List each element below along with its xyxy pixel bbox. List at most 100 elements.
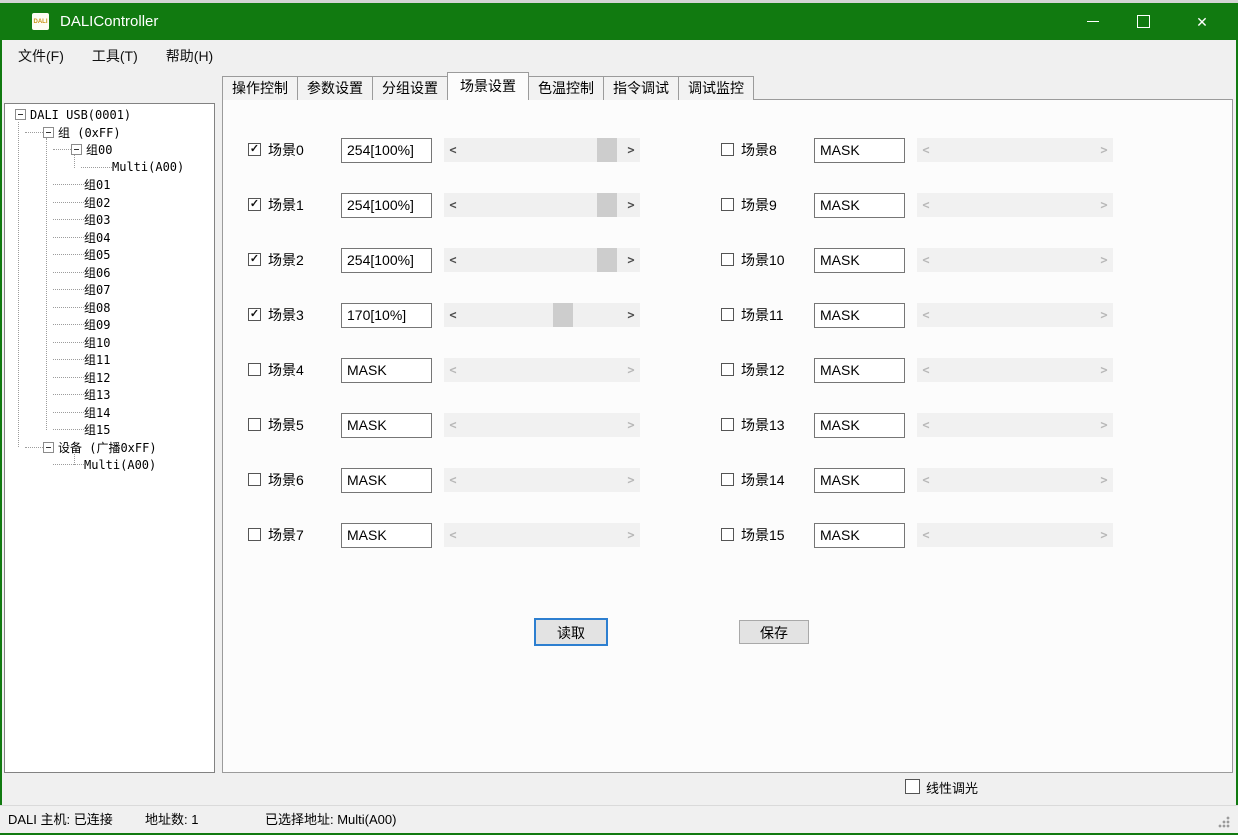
tree-item[interactable]: 组06 [5, 264, 214, 282]
scene-level-scrollbar[interactable]: <> [444, 138, 640, 162]
scene-checkbox[interactable] [721, 253, 734, 266]
save-button[interactable]: 保存 [739, 620, 809, 644]
scrollbar-thumb[interactable] [597, 138, 617, 162]
scene-level-scrollbar: <> [917, 138, 1113, 162]
scene-value-input[interactable]: MASK [814, 138, 905, 163]
tree-collapse-icon[interactable] [43, 127, 54, 138]
tree-item[interactable]: 组03 [5, 211, 214, 229]
scroll-right-arrow-icon[interactable]: > [623, 303, 639, 327]
scene-value-input[interactable]: 254[100%] [341, 248, 432, 273]
scroll-right-arrow-icon[interactable]: > [623, 248, 639, 272]
tree-item[interactable]: 组13 [5, 386, 214, 404]
scene-checkbox[interactable] [721, 143, 734, 156]
scroll-right-arrow-icon[interactable]: > [623, 138, 639, 162]
scene-checkbox[interactable] [721, 528, 734, 541]
scene-checkbox[interactable]: ✓ [248, 143, 261, 156]
scroll-left-arrow-icon[interactable]: < [445, 138, 461, 162]
close-button[interactable]: ✕ [1168, 3, 1236, 40]
scene-value-input[interactable]: MASK [814, 468, 905, 493]
minimize-button[interactable] [1068, 3, 1118, 40]
scroll-left-arrow-icon[interactable]: < [445, 193, 461, 217]
scene-value-input[interactable]: 170[10%] [341, 303, 432, 328]
scroll-left-arrow-icon[interactable]: < [445, 303, 461, 327]
tree-item-label: 组06 [84, 264, 110, 281]
scene-checkbox[interactable] [721, 308, 734, 321]
scene-level-scrollbar: <> [917, 193, 1113, 217]
scroll-left-arrow-icon: < [918, 248, 934, 272]
tree-item-label: 设备 (广播0xFF) [58, 439, 157, 456]
tree-collapse-icon[interactable] [43, 442, 54, 453]
scene-value-input[interactable]: MASK [814, 248, 905, 273]
tree-item[interactable]: 组05 [5, 246, 214, 264]
tree-item[interactable]: 组08 [5, 299, 214, 317]
tab-6[interactable]: 调试监控 [678, 76, 754, 100]
tab-5[interactable]: 指令调试 [603, 76, 679, 100]
scene-checkbox[interactable]: ✓ [248, 253, 261, 266]
tree-item[interactable]: 组11 [5, 351, 214, 369]
menu-item-0[interactable]: 文件(F) [18, 46, 64, 66]
scene-checkbox[interactable] [248, 363, 261, 376]
tree-collapse-icon[interactable] [71, 144, 82, 155]
scene-level-scrollbar: <> [444, 468, 640, 492]
tab-2[interactable]: 分组设置 [372, 76, 448, 100]
tree-connector [53, 254, 84, 255]
tree-item[interactable]: 组15 [5, 421, 214, 439]
tree-item[interactable]: 组07 [5, 281, 214, 299]
scrollbar-thumb[interactable] [553, 303, 573, 327]
scroll-left-arrow-icon[interactable]: < [445, 248, 461, 272]
scroll-left-arrow-icon: < [918, 413, 934, 437]
read-button[interactable]: 读取 [534, 618, 608, 646]
menu-item-1[interactable]: 工具(T) [92, 46, 138, 66]
scene-value-input[interactable]: MASK [341, 413, 432, 438]
tree-item[interactable]: 组00 [5, 141, 214, 159]
tree-item[interactable]: 组14 [5, 404, 214, 422]
scene-checkbox[interactable] [721, 363, 734, 376]
scene-checkbox[interactable] [721, 198, 734, 211]
scene-checkbox[interactable] [248, 528, 261, 541]
scene-value-input[interactable]: MASK [341, 468, 432, 493]
scene-checkbox[interactable]: ✓ [248, 198, 261, 211]
scene-value-input[interactable]: 254[100%] [341, 138, 432, 163]
scene-checkbox[interactable] [721, 473, 734, 486]
tab-4[interactable]: 色温控制 [528, 76, 604, 100]
tree-item[interactable]: 组04 [5, 229, 214, 247]
scene-checkbox[interactable]: ✓ [248, 308, 261, 321]
scene-value-input[interactable]: MASK [814, 523, 905, 548]
tree-collapse-icon[interactable] [15, 109, 26, 120]
check-icon: ✓ [250, 309, 259, 320]
scene-value-input[interactable]: MASK [341, 523, 432, 548]
tree-item[interactable]: DALI USB(0001) [5, 106, 214, 124]
scene-value-input[interactable]: MASK [814, 413, 905, 438]
menu-item-2[interactable]: 帮助(H) [166, 46, 213, 66]
tree-item[interactable]: Multi(A00) [5, 456, 214, 474]
scene-value-input[interactable]: MASK [814, 303, 905, 328]
scene-level-scrollbar[interactable]: <> [444, 248, 640, 272]
scene-value-input[interactable]: 254[100%] [341, 193, 432, 218]
tab-0[interactable]: 操作控制 [222, 76, 298, 100]
scene-checkbox[interactable] [721, 418, 734, 431]
scene-level-scrollbar[interactable]: <> [444, 303, 640, 327]
scene-checkbox[interactable] [248, 418, 261, 431]
scene-level-scrollbar[interactable]: <> [444, 193, 640, 217]
scene-checkbox[interactable] [248, 473, 261, 486]
scrollbar-thumb[interactable] [597, 248, 617, 272]
tree-item[interactable]: 组 (0xFF) [5, 124, 214, 142]
maximize-button[interactable] [1118, 3, 1168, 40]
tree-item[interactable]: 组02 [5, 194, 214, 212]
scroll-right-arrow-icon[interactable]: > [623, 193, 639, 217]
tab-1[interactable]: 参数设置 [297, 76, 373, 100]
linear-dimming-checkbox[interactable] [905, 779, 920, 794]
tree-item[interactable]: 组12 [5, 369, 214, 387]
tab-3[interactable]: 场景设置 [447, 72, 529, 100]
scrollbar-thumb[interactable] [597, 193, 617, 217]
tree-item[interactable]: Multi(A00) [5, 159, 214, 177]
tree-item[interactable]: 组10 [5, 334, 214, 352]
tree-guide-line [18, 122, 19, 447]
scene-value-input[interactable]: MASK [814, 193, 905, 218]
scene-value-input[interactable]: MASK [341, 358, 432, 383]
tree-item[interactable]: 组09 [5, 316, 214, 334]
tree-item[interactable]: 设备 (广播0xFF) [5, 439, 214, 457]
scene-value-input[interactable]: MASK [814, 358, 905, 383]
resize-grip-icon[interactable] [1217, 815, 1230, 828]
tree-item[interactable]: 组01 [5, 176, 214, 194]
